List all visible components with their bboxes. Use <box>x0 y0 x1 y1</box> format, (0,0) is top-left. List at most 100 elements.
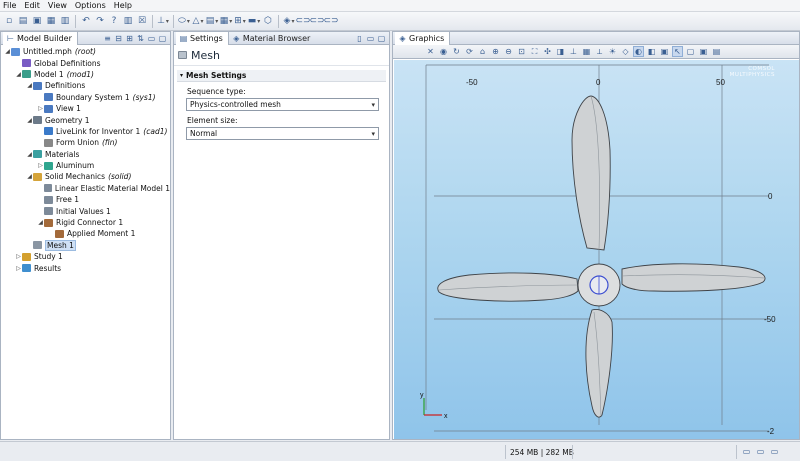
minimize-icon[interactable]: ▭ <box>147 34 156 43</box>
transparency-icon[interactable]: ◐ <box>633 46 644 57</box>
home-icon[interactable]: ⌂ <box>477 46 488 57</box>
chevron-right-icon[interactable]: ▷ <box>37 162 44 169</box>
material-icon[interactable]: ⊞ <box>234 15 246 27</box>
menu-help[interactable]: Help <box>111 1 137 10</box>
tree-item[interactable]: Linear Elastic Material Model 1 <box>1 183 170 194</box>
rotate-icon[interactable]: ↻ <box>451 46 462 57</box>
print-icon[interactable]: ▥ <box>59 15 71 27</box>
new-icon[interactable]: ▫ <box>3 15 15 27</box>
section-collapse-icon[interactable]: ▾ <box>180 72 183 79</box>
chevron-down-icon[interactable]: ◢ <box>37 219 44 226</box>
pin-icon[interactable]: ▯ <box>355 34 364 43</box>
maximize-icon[interactable]: ▢ <box>377 34 386 43</box>
sequence-type-select[interactable]: Physics-controlled mesh ▾ <box>186 98 379 111</box>
chevron-right-icon[interactable]: ▷ <box>15 253 22 260</box>
image-icon[interactable]: ▤ <box>711 46 722 57</box>
chevron-down-icon[interactable]: ◢ <box>26 151 33 158</box>
screenshot-icon[interactable]: ▣ <box>659 46 670 57</box>
tree-item[interactable]: Global Definitions <box>1 57 170 68</box>
menu-options[interactable]: Options <box>72 1 111 10</box>
tree-item[interactable]: Mesh 1 <box>1 239 170 251</box>
tree-item[interactable]: Applied Moment 1 <box>1 228 170 239</box>
expand-icon[interactable]: ⊞ <box>125 34 134 43</box>
tab-settings[interactable]: ▤ Settings <box>176 31 229 45</box>
undo-icon[interactable]: ↶ <box>80 15 92 27</box>
mesh-icon[interactable]: ▤ <box>206 15 218 27</box>
link-icon[interactable]: ⊂⊃ <box>295 15 310 27</box>
redo-icon[interactable]: ↷ <box>94 15 106 27</box>
zoom-out-icon[interactable]: ⊖ <box>503 46 514 57</box>
menu-edit[interactable]: Edit <box>21 1 45 10</box>
tab-graphics[interactable]: ◈ Graphics <box>395 31 451 45</box>
tree-item[interactable]: ▷ Study 1 <box>1 251 170 262</box>
tree-item[interactable]: ▷ Aluminum <box>1 160 170 171</box>
zoom-selected-icon[interactable]: ✣ <box>542 46 553 57</box>
view-icon[interactable]: ◈ <box>283 15 295 27</box>
element-size-select[interactable]: Normal ▾ <box>186 127 379 140</box>
axis-icon[interactable]: ⊥ <box>568 46 579 57</box>
tree-item[interactable]: Initial Values 1 <box>1 205 170 216</box>
tree-item[interactable]: ◢ Model 1 (mod1) <box>1 69 170 80</box>
tab-material-browser[interactable]: ◈ Material Browser <box>229 32 315 45</box>
close-icon[interactable]: ☒ <box>136 15 148 27</box>
tree-item[interactable]: Boundary System 1 (sys1) <box>1 92 170 103</box>
open-icon[interactable]: ▤ <box>17 15 29 27</box>
render-icon[interactable]: ◧ <box>646 46 657 57</box>
tree-item[interactable]: ▷ Results <box>1 262 170 273</box>
refresh-icon[interactable]: ⟳ <box>464 46 475 57</box>
tree-item[interactable]: ◢ Solid Mechanics (solid) <box>1 171 170 182</box>
status-icon[interactable]: ▭ <box>756 447 765 456</box>
grid-icon[interactable]: ▦ <box>581 46 592 57</box>
sort-icon[interactable]: ⇅ <box>136 34 145 43</box>
chevron-right-icon[interactable]: ▷ <box>37 105 44 112</box>
tree-item[interactable]: Form Union (fin) <box>1 137 170 148</box>
definition-icon[interactable]: △ <box>192 15 204 27</box>
chevron-down-icon[interactable]: ◢ <box>26 173 33 180</box>
mesh-settings-section[interactable]: ▾ Mesh Settings <box>177 70 386 82</box>
menu-view[interactable]: View <box>45 1 72 10</box>
deselect-icon[interactable]: ✕ <box>425 46 436 57</box>
tree-item[interactable]: ◢ Geometry 1 <box>1 114 170 125</box>
link-update-icon[interactable]: ⊂⊃ <box>323 15 338 27</box>
save-icon[interactable]: ▣ <box>31 15 43 27</box>
menu-file[interactable]: File <box>0 1 21 10</box>
tree-item[interactable]: ◢ Materials <box>1 149 170 160</box>
tab-model-builder[interactable]: ⊢ Model Builder <box>3 31 78 45</box>
physics-icon[interactable]: ▦ <box>220 15 232 27</box>
select-all-icon[interactable]: ▣ <box>698 46 709 57</box>
zoom-box-icon[interactable]: ⊡ <box>516 46 527 57</box>
minimize-icon[interactable]: ▭ <box>366 34 375 43</box>
graphics-canvas[interactable]: COMSOL MULTIPHYSICS -50 0 50 0 -50 -2 y … <box>394 60 799 439</box>
geometry-icon[interactable]: ⊥ <box>157 15 169 27</box>
tree-item[interactable]: ▷ View 1 <box>1 103 170 114</box>
chevron-down-icon[interactable]: ◢ <box>4 48 11 55</box>
wireframe-icon[interactable]: ◇ <box>620 46 631 57</box>
eye-icon[interactable]: ◉ <box>438 46 449 57</box>
chevron-down-icon[interactable]: ◢ <box>15 71 22 78</box>
tree-item[interactable]: LiveLink for Inventor 1 (cad1) <box>1 126 170 137</box>
show-icon[interactable]: ≡ <box>103 34 112 43</box>
measure-icon[interactable]: ▥ <box>122 15 134 27</box>
help-icon[interactable]: ? <box>108 15 120 27</box>
results-icon[interactable]: ⬡ <box>262 15 274 27</box>
selection-icon[interactable]: ⬭ <box>178 15 190 27</box>
status-icon[interactable]: ▭ <box>770 447 779 456</box>
camera-icon[interactable]: ◨ <box>555 46 566 57</box>
chevron-right-icon[interactable]: ▷ <box>15 265 22 272</box>
select-box-icon[interactable]: ▢ <box>685 46 696 57</box>
axes-icon[interactable]: ⟂ <box>594 46 605 57</box>
save-all-icon[interactable]: ▦ <box>45 15 57 27</box>
status-icon[interactable]: ▭ <box>742 447 751 456</box>
tree-item[interactable]: ◢ Untitled.mph (root) <box>1 46 170 57</box>
study-icon[interactable]: ▬ <box>248 15 260 27</box>
chevron-down-icon[interactable]: ◢ <box>26 82 33 89</box>
maximize-icon[interactable]: ▢ <box>158 34 167 43</box>
tree-item[interactable]: ◢ Rigid Connector 1 <box>1 217 170 228</box>
link-sync-icon[interactable]: ⊂⊃ <box>309 15 324 27</box>
tree-item[interactable]: ◢ Definitions <box>1 80 170 91</box>
collapse-icon[interactable]: ⊟ <box>114 34 123 43</box>
zoom-in-icon[interactable]: ⊕ <box>490 46 501 57</box>
select-icon[interactable]: ↖ <box>672 46 683 57</box>
light-icon[interactable]: ☀ <box>607 46 618 57</box>
tree-item[interactable]: Free 1 <box>1 194 170 205</box>
